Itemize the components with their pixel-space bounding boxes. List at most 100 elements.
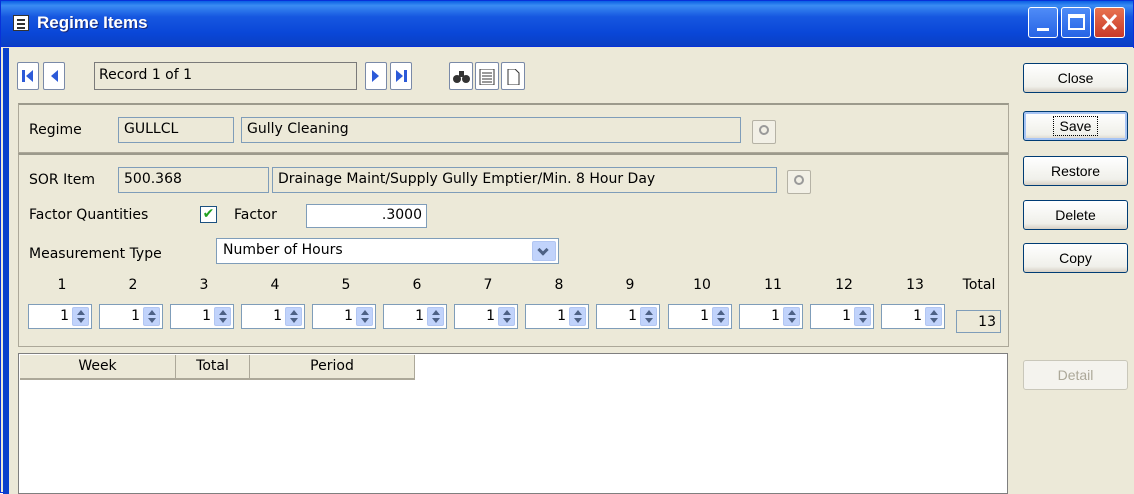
first-record-button[interactable] (17, 62, 39, 90)
factor-label: Factor (234, 207, 277, 223)
week-column-header[interactable]: Week (20, 355, 176, 380)
period-value: 1 (842, 308, 851, 324)
next-record-icon (372, 70, 379, 82)
spin-arrows-icon[interactable] (356, 307, 373, 326)
measurement-type-label: Measurement Type (29, 246, 162, 262)
period-value: 1 (486, 308, 495, 324)
measurement-type-select[interactable]: Number of Hours (216, 238, 559, 264)
spin-arrows-icon[interactable] (640, 307, 657, 326)
period-value: 1 (60, 308, 69, 324)
measurement-type-value: Number of Hours (223, 242, 343, 258)
factor-quantities-checkbox[interactable]: ✔ (200, 206, 217, 223)
period-spinner-2[interactable]: 1 (99, 304, 163, 329)
window-title: Regime Items (37, 13, 148, 32)
window-icon (13, 15, 29, 31)
regime-items-window: Regime Items Record 1 of 1 Regime GULLCL… (0, 0, 1134, 494)
period-spinner-13[interactable]: 1 (881, 304, 945, 329)
period-header-5: 5 (341, 277, 351, 293)
record-indicator: Record 1 of 1 (94, 62, 357, 90)
regime-label: Regime (29, 122, 82, 138)
period-header-9: 9 (625, 277, 635, 293)
close-window-button[interactable] (1094, 7, 1125, 38)
spin-arrows-icon[interactable] (712, 307, 729, 326)
maximize-button[interactable] (1061, 7, 1091, 38)
period-spinner-1[interactable]: 1 (28, 304, 92, 329)
lookup-icon (794, 175, 804, 185)
dropdown-arrow-icon[interactable] (532, 241, 556, 261)
sor-description-field: Drainage Maint/Supply Gully Emptier/Min.… (272, 167, 777, 193)
period-value: 1 (344, 308, 353, 324)
spin-arrows-icon[interactable] (285, 307, 302, 326)
period-header-1: 1 (57, 277, 67, 293)
list-view-button[interactable] (475, 62, 499, 90)
period-value: 1 (131, 308, 140, 324)
spin-arrows-icon[interactable] (427, 307, 444, 326)
sor-lookup-button[interactable] (787, 170, 811, 194)
spin-arrows-icon[interactable] (569, 307, 586, 326)
regime-code-field[interactable]: GULLCL (118, 117, 234, 143)
spin-arrows-icon[interactable] (925, 307, 942, 326)
period-spinner-7[interactable]: 1 (454, 304, 518, 329)
previous-record-icon (51, 70, 58, 82)
regime-lookup-button[interactable] (752, 120, 776, 144)
spin-arrows-icon[interactable] (143, 307, 160, 326)
period-value: 1 (202, 308, 211, 324)
period-value: 1 (700, 308, 709, 324)
period-header-13: 13 (906, 277, 924, 293)
detail-button[interactable]: Detail (1023, 360, 1128, 390)
save-button[interactable]: Save (1023, 111, 1128, 141)
period-spinner-10[interactable]: 1 (668, 304, 732, 329)
period-header-7: 7 (483, 277, 493, 293)
total-header: Total (962, 277, 996, 293)
delete-button[interactable]: Delete (1023, 200, 1128, 230)
period-header-10: 10 (693, 277, 711, 293)
period-header-3: 3 (199, 277, 209, 293)
factor-input[interactable]: .3000 (306, 204, 427, 228)
period-header-8: 8 (554, 277, 564, 293)
period-spinner-6[interactable]: 1 (383, 304, 447, 329)
restore-button[interactable]: Restore (1023, 156, 1128, 186)
close-button[interactable]: Close (1023, 63, 1128, 93)
spin-arrows-icon[interactable] (854, 307, 871, 326)
find-button[interactable] (449, 62, 473, 90)
period-spinner-3[interactable]: 1 (170, 304, 234, 329)
period-header-11: 11 (764, 277, 782, 293)
period-header-4: 4 (270, 277, 280, 293)
spin-arrows-icon[interactable] (498, 307, 515, 326)
spin-arrows-icon[interactable] (214, 307, 231, 326)
period-spinner-9[interactable]: 1 (596, 304, 660, 329)
sor-code-field[interactable]: 500.368 (118, 167, 269, 193)
period-spinner-4[interactable]: 1 (241, 304, 305, 329)
minimize-button[interactable] (1028, 7, 1058, 38)
period-value: 1 (273, 308, 282, 324)
period-column-header[interactable]: Period (250, 355, 415, 380)
total-column-header[interactable]: Total (176, 355, 250, 380)
period-spinner-11[interactable]: 1 (739, 304, 803, 329)
period-value: 1 (415, 308, 424, 324)
factor-quantities-label: Factor Quantities (29, 207, 149, 223)
binoculars-icon (453, 71, 470, 83)
lookup-icon (759, 125, 769, 135)
last-record-button[interactable] (390, 62, 412, 90)
last-record-icon (396, 70, 407, 82)
period-value: 1 (628, 308, 637, 324)
period-spinner-8[interactable]: 1 (525, 304, 589, 329)
period-spinner-5[interactable]: 1 (312, 304, 376, 329)
list-icon (479, 69, 495, 85)
period-header-12: 12 (835, 277, 853, 293)
next-record-button[interactable] (365, 62, 387, 90)
copy-button[interactable]: Copy (1023, 243, 1128, 273)
period-header-2: 2 (128, 277, 138, 293)
first-record-icon (22, 70, 33, 82)
spin-arrows-icon[interactable] (783, 307, 800, 326)
new-record-button[interactable] (501, 62, 525, 90)
period-value: 1 (771, 308, 780, 324)
schedule-grid[interactable]: Week Total Period (18, 353, 1008, 494)
previous-record-button[interactable] (43, 62, 65, 90)
period-spinner-12[interactable]: 1 (810, 304, 874, 329)
spin-arrows-icon[interactable] (72, 307, 89, 326)
period-header-6: 6 (412, 277, 422, 293)
title-bar[interactable]: Regime Items (1, 1, 1133, 47)
sor-item-label: SOR Item (29, 172, 95, 188)
regime-description-field: Gully Cleaning (241, 117, 741, 143)
